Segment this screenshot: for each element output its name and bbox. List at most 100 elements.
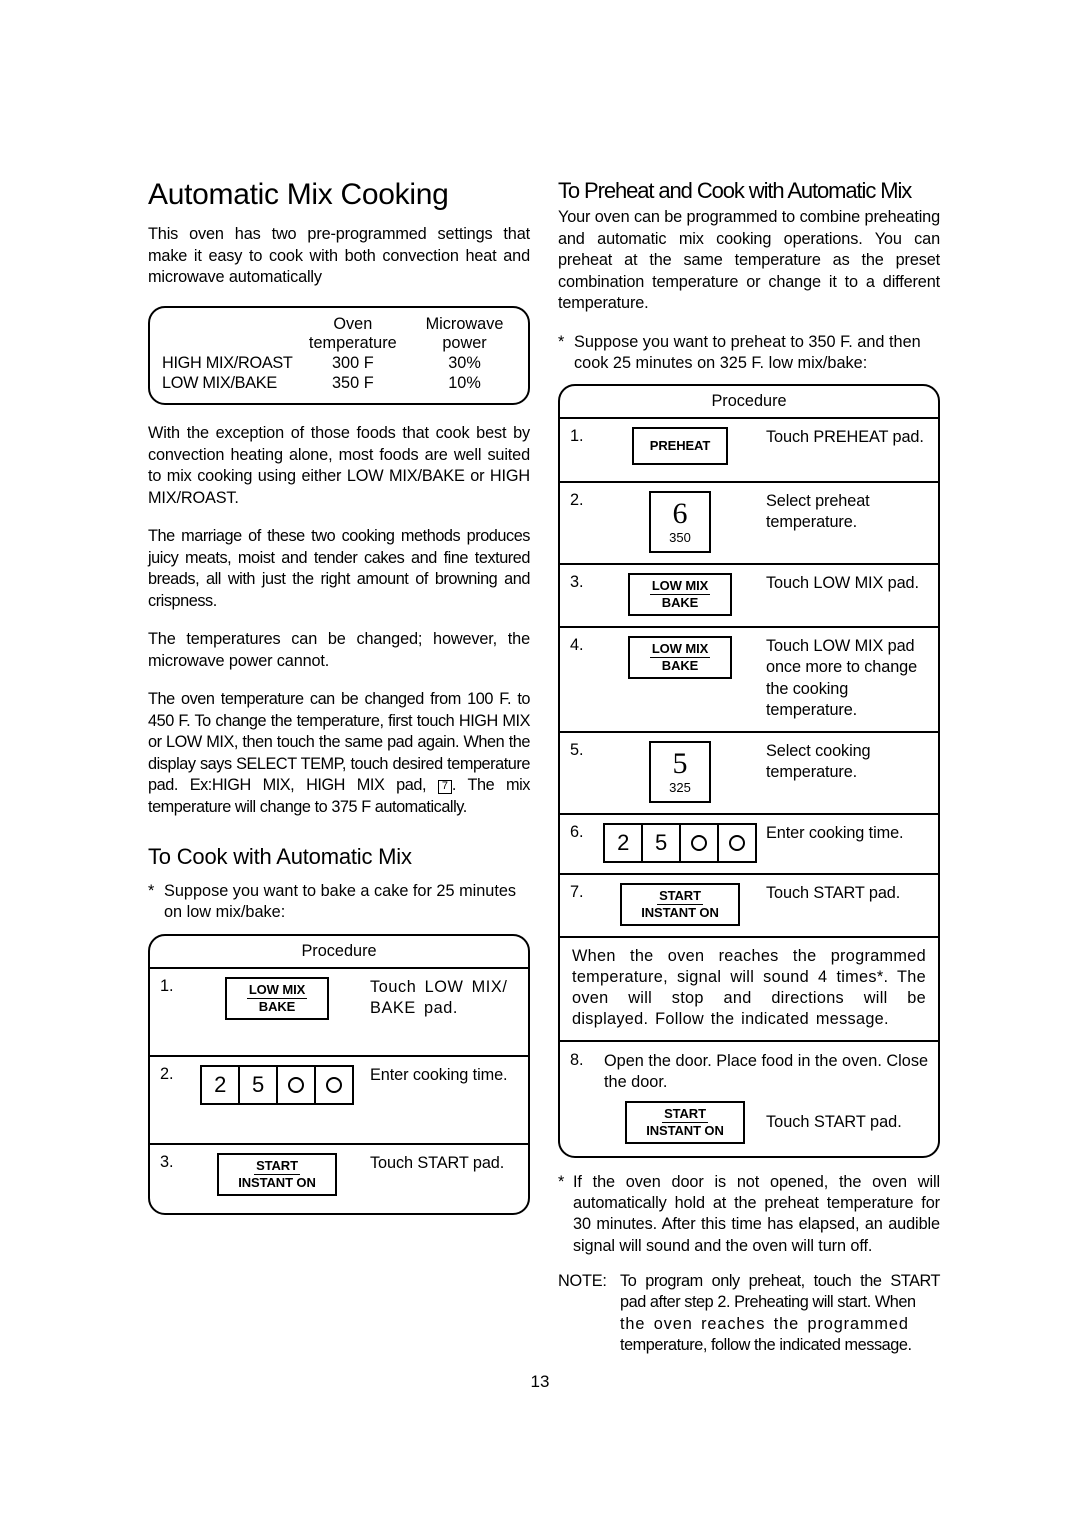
step-pad-cell: 5 325 bbox=[594, 733, 766, 813]
step-number: 1. bbox=[160, 976, 174, 995]
pad-label-line1: LOW MIX bbox=[649, 579, 711, 596]
step-pad-cell: 2 5 bbox=[594, 815, 766, 873]
footnote: * If the oven door is not opened, the ov… bbox=[558, 1172, 940, 1257]
start-instant-on-pad[interactable]: START INSTANT ON bbox=[620, 882, 740, 926]
procedure-header: Procedure bbox=[560, 386, 938, 420]
cooking-temperature-pad[interactable]: 5 325 bbox=[649, 740, 711, 803]
preheat-temperature-pad[interactable]: 6 350 bbox=[649, 491, 711, 554]
paragraph-1: With the exception of those foods that c… bbox=[148, 424, 530, 507]
pad-label-line2: BAKE bbox=[258, 998, 296, 1014]
step-pad-cell: 6 350 bbox=[594, 483, 766, 563]
keypad-key-5[interactable]: 5 bbox=[641, 822, 682, 863]
temp-pad-digit: 5 bbox=[672, 747, 688, 781]
spec-table: Oven Microwave temperature power HIGH MI… bbox=[162, 315, 516, 395]
step-pad-cell: START INSTANT ON bbox=[594, 875, 766, 936]
step-number: 2. bbox=[160, 1064, 174, 1083]
intro-paragraph: This oven has two pre-programmed setting… bbox=[148, 225, 530, 286]
step-number: 3. bbox=[160, 1152, 174, 1171]
pad-label-line2: INSTANT ON bbox=[646, 1123, 724, 1139]
spec-header-row-1: Oven Microwave bbox=[162, 315, 516, 335]
table-row: 2. 6 350 Select preheat temperature. bbox=[560, 483, 938, 566]
example-note-left: * Suppose you want to bake a cake for 25… bbox=[148, 881, 530, 923]
paragraph-2: The marriage of these two cooking method… bbox=[148, 527, 530, 610]
step-pad-cell: LOW MIX BAKE bbox=[594, 628, 766, 731]
step-instruction: Touch LOW MIX pad once more to change th… bbox=[766, 637, 918, 719]
keypad-key-zero-2[interactable] bbox=[716, 822, 757, 863]
preheat-pad[interactable]: PREHEAT bbox=[632, 427, 728, 466]
step-instruction: Enter cooking time. bbox=[370, 1065, 508, 1084]
keypad-key-2[interactable]: 2 bbox=[603, 822, 644, 863]
pad-label-line2: INSTANT ON bbox=[641, 904, 719, 920]
pad-label-line2: INSTANT ON bbox=[238, 1174, 316, 1190]
step-number: 6. bbox=[570, 822, 584, 841]
keypad-key-zero-2[interactable] bbox=[313, 1064, 354, 1105]
keypad-key-5[interactable]: 5 bbox=[238, 1064, 279, 1105]
keypad-key-zero-1[interactable] bbox=[275, 1064, 316, 1105]
table-row: 7. START INSTANT ON Touch START pad. bbox=[560, 875, 938, 938]
table-row: 1. PREHEAT Touch PREHEAT pad. bbox=[560, 419, 938, 484]
table-row-step8: 8. Open the door. Place food in the oven… bbox=[560, 1042, 938, 1156]
spec-power-high: 30% bbox=[448, 354, 481, 373]
step-pad-cell: START INSTANT ON bbox=[184, 1145, 370, 1213]
signal-note-row: When the oven reaches the programmed tem… bbox=[560, 938, 938, 1042]
section-title-preheat: To Preheat and Cook with Automatic Mix bbox=[558, 178, 912, 203]
step-number: 7. bbox=[570, 882, 584, 901]
step8-pad-row: START INSTANT ON Touch START pad. bbox=[560, 1097, 938, 1156]
spec-header-oven: Oven bbox=[333, 314, 373, 333]
temp-pad-value: 350 bbox=[669, 529, 691, 545]
low-mix-bake-pad[interactable]: LOW MIX BAKE bbox=[628, 636, 732, 680]
procedure-table-cook: Procedure 1. LOW MIX BAKE Touch LOW MIX/… bbox=[148, 933, 530, 1215]
zero-circle-icon bbox=[325, 1076, 342, 1093]
step-instruction: Touch START pad. bbox=[370, 1153, 505, 1172]
step-instruction: Enter cooking time. bbox=[766, 823, 904, 842]
step-number: 5. bbox=[570, 740, 584, 759]
cooking-time-keypad[interactable]: 2 5 bbox=[200, 1064, 354, 1105]
step-pad-cell: 2 5 bbox=[184, 1057, 370, 1143]
start-instant-on-pad[interactable]: START INSTANT ON bbox=[625, 1100, 745, 1145]
temp-pad-value: 325 bbox=[669, 779, 691, 795]
low-mix-bake-pad[interactable]: LOW MIX BAKE bbox=[628, 573, 732, 617]
footnote-text: If the oven door is not opened, the oven… bbox=[573, 1173, 940, 1255]
cooking-time-keypad[interactable]: 2 5 bbox=[603, 822, 757, 863]
keypad-key-2[interactable]: 2 bbox=[200, 1064, 241, 1105]
step8-text-row: 8. Open the door. Place food in the oven… bbox=[560, 1042, 938, 1097]
asterisk-icon: * bbox=[148, 882, 155, 901]
keypad-key-zero-1[interactable] bbox=[678, 822, 719, 863]
procedure-header: Procedure bbox=[150, 936, 528, 969]
low-mix-bake-pad[interactable]: LOW MIX BAKE bbox=[225, 976, 329, 1020]
step-pad-cell: PREHEAT bbox=[594, 419, 766, 481]
example-note-right: * Suppose you want to preheat to 350 F. … bbox=[558, 332, 940, 374]
spec-header-power: power bbox=[442, 334, 487, 353]
paragraph-3: The temperatures can be changed; however… bbox=[148, 630, 530, 670]
page-number: 13 bbox=[530, 1372, 550, 1391]
step-instruction: Touch LOW MIX/ BAKE pad. bbox=[370, 977, 508, 1017]
example-note-text: Suppose you want to bake a cake for 25 m… bbox=[164, 882, 517, 922]
step-instruction: Touch START pad. bbox=[766, 883, 901, 902]
spec-label-low: LOW MIX/BAKE bbox=[162, 374, 277, 393]
table-row: 4. LOW MIX BAKE Touch LOW MIX pad once m… bbox=[560, 628, 938, 733]
right-column: To Preheat and Cook with Automatic Mix Y… bbox=[558, 178, 940, 1357]
note-text-part-a: To program only preheat, touch the START… bbox=[620, 1271, 940, 1312]
spec-header-blank bbox=[162, 315, 293, 335]
table-row: 3. START INSTANT ON Touch START pad. bbox=[150, 1145, 528, 1213]
zero-circle-icon bbox=[287, 1076, 304, 1093]
step-number: 4. bbox=[570, 636, 584, 655]
procedure-table-preheat: Procedure 1. PREHEAT Touch PREHEAT pad. … bbox=[558, 384, 940, 1159]
pad-label-line2: BAKE bbox=[661, 595, 699, 611]
note-block: NOTE: To program only preheat, touch the… bbox=[558, 1271, 940, 1357]
section-title-cook: To Cook with Automatic Mix bbox=[148, 844, 412, 869]
step-pad-cell: START INSTANT ON bbox=[604, 1100, 766, 1145]
step-number: 8. bbox=[570, 1050, 584, 1069]
spec-label-high: HIGH MIX/ROAST bbox=[162, 354, 293, 373]
spec-power-low: 10% bbox=[448, 374, 481, 393]
table-row: 2. 2 5 Enter cooking time. bbox=[150, 1057, 528, 1145]
step-number: 1. bbox=[570, 427, 584, 446]
pad-label-line1: START bbox=[657, 888, 703, 905]
table-row: HIGH MIX/ROAST 300 F 30% bbox=[162, 354, 516, 374]
step-number: 2. bbox=[570, 491, 584, 510]
start-instant-on-pad[interactable]: START INSTANT ON bbox=[217, 1152, 337, 1196]
pad-label-line2: BAKE bbox=[661, 658, 699, 674]
note-label: NOTE: bbox=[558, 1271, 607, 1290]
page-title: Automatic Mix Cooking bbox=[148, 178, 449, 211]
step-number: 3. bbox=[570, 573, 584, 592]
